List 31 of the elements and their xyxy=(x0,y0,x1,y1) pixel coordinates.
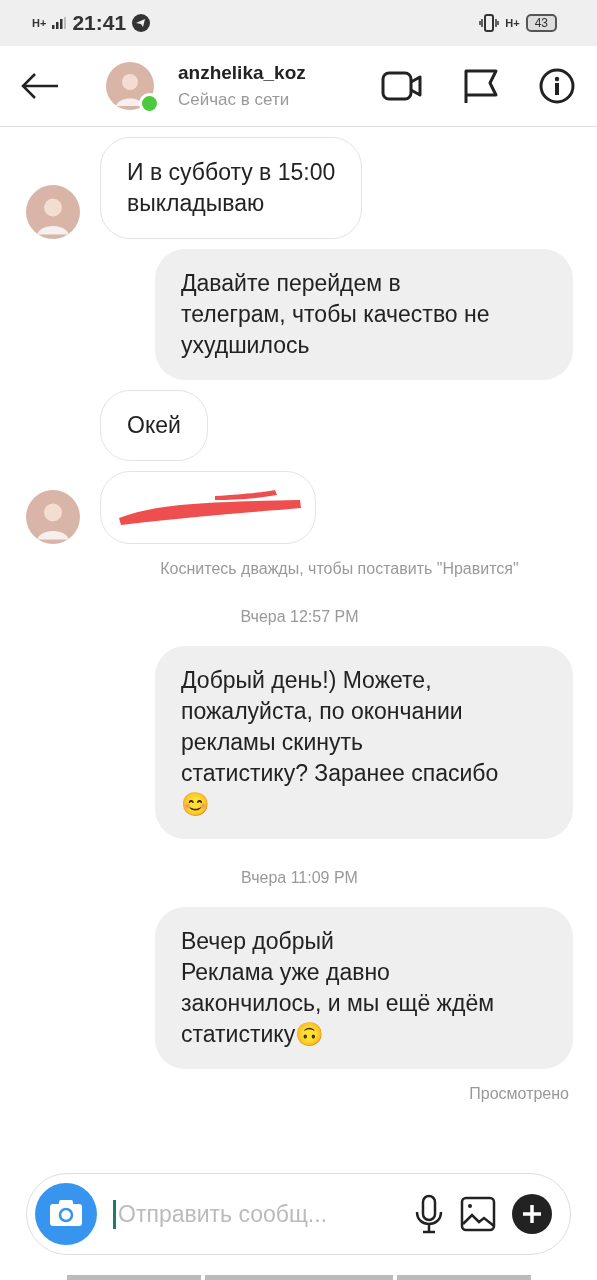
message-bubble[interactable]: Вечер добрый Реклама уже давно закончилось, и мы ещё ждём статистику🙃 xyxy=(155,907,573,1069)
add-button[interactable] xyxy=(512,1194,552,1234)
message-bubble[interactable]: Окей xyxy=(100,390,208,461)
username[interactable]: anzhelika_koz xyxy=(178,62,381,84)
network-label: H+ xyxy=(32,17,47,29)
avatar[interactable] xyxy=(26,490,80,544)
message-bubble[interactable]: Добрый день!) Можете, пожалуйста, по окончании рекламы скинуть статистику? Заранее спасибо 😊 xyxy=(155,646,573,839)
battery-indicator: 43 xyxy=(525,14,557,32)
timestamp: Вчера 11:09 PM xyxy=(241,869,358,887)
message-bubble[interactable]: Давайте перейдем в телеграм, чтобы качество не ухудшилось xyxy=(155,249,573,380)
image-icon[interactable] xyxy=(460,1196,496,1232)
timestamp: Вчера 12:57 PM xyxy=(240,608,359,626)
video-camera-icon[interactable] xyxy=(381,70,423,102)
avatar[interactable] xyxy=(106,62,154,110)
message-input[interactable]: Отправить сообщ... xyxy=(113,1199,398,1229)
camera-button[interactable] xyxy=(35,1183,97,1245)
paper-plane-icon xyxy=(132,14,151,32)
info-icon[interactable] xyxy=(539,68,575,104)
vibrate-icon xyxy=(479,14,500,32)
seen-label: Просмотрено xyxy=(469,1085,569,1103)
back-arrow-icon[interactable] xyxy=(20,72,60,100)
signal-icon xyxy=(52,17,67,29)
message-bubble[interactable] xyxy=(100,471,316,544)
message-bubble[interactable]: И в субботу в 15:00 выкладываю xyxy=(100,137,363,239)
avatar[interactable] xyxy=(26,185,80,239)
like-hint: Коснитесь дважды, чтобы поставить "Нравится" xyxy=(160,560,519,578)
microphone-icon[interactable] xyxy=(414,1194,444,1234)
clock: 21:41 xyxy=(72,11,127,35)
flag-icon[interactable] xyxy=(463,68,499,104)
network-label: H+ xyxy=(505,17,520,29)
online-status: Сейчас в сети xyxy=(178,90,291,110)
